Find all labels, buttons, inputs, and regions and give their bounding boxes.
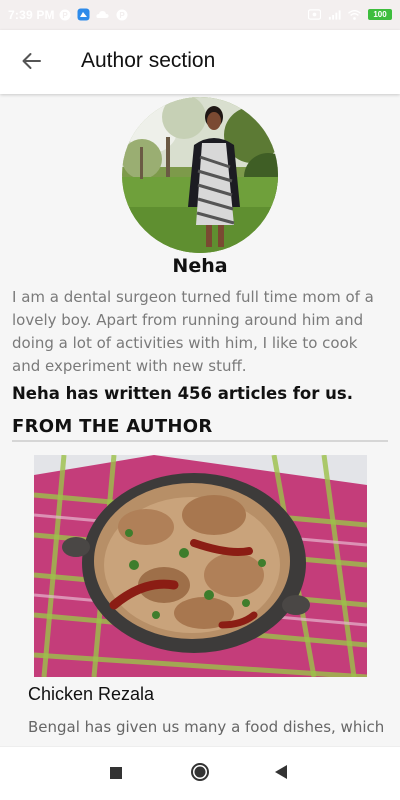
app-notification-icon — [77, 8, 90, 21]
status-system-icons: 100 — [308, 8, 392, 21]
author-name: Neha — [172, 255, 228, 277]
navigation-bar — [0, 746, 400, 800]
app-bar: Author section — [0, 30, 400, 94]
signal-icon — [328, 8, 341, 21]
back-triangle-icon — [273, 764, 289, 784]
p-notification-icon: P — [58, 8, 71, 21]
home-circle-icon — [190, 762, 210, 786]
p-notification-icon: P — [115, 8, 128, 21]
status-time: 7:39 PM — [8, 8, 55, 22]
cloud-icon — [96, 8, 109, 21]
article-image[interactable] — [34, 455, 367, 677]
author-content[interactable]: Neha I am a dental surgeon turned full t… — [0, 94, 400, 746]
section-divider — [12, 440, 388, 442]
author-avatar — [122, 97, 278, 253]
home-button[interactable] — [189, 763, 211, 785]
status-bar: 7:39 PM P P 100 — [0, 0, 400, 30]
screen-record-icon — [308, 8, 321, 21]
battery-icon: 100 — [368, 9, 392, 20]
svg-text:P: P — [62, 11, 68, 20]
section-heading: FROM THE AUTHOR — [12, 416, 213, 437]
page-title: Author section — [81, 49, 216, 72]
articles-count: Neha has written 456 articles for us. — [12, 384, 353, 403]
arrow-back-icon — [21, 52, 41, 74]
recents-square-icon — [109, 765, 123, 784]
wifi-icon — [348, 8, 361, 21]
author-bio: I am a dental surgeon turned full time m… — [12, 288, 374, 375]
article-title[interactable]: Chicken Rezala — [28, 684, 154, 705]
svg-text:P: P — [119, 11, 125, 20]
back-button[interactable] — [14, 46, 48, 80]
recents-button[interactable] — [105, 763, 127, 785]
status-notification-icons: P P — [58, 8, 128, 21]
article-card[interactable]: Chicken Rezala Bengal has given us many … — [28, 455, 384, 736]
back-nav-button[interactable] — [270, 763, 292, 785]
author-screen: 7:39 PM P P 100 Author section Neha I am… — [0, 0, 400, 800]
article-excerpt: Bengal has given us many a food dishes, … — [28, 718, 385, 736]
